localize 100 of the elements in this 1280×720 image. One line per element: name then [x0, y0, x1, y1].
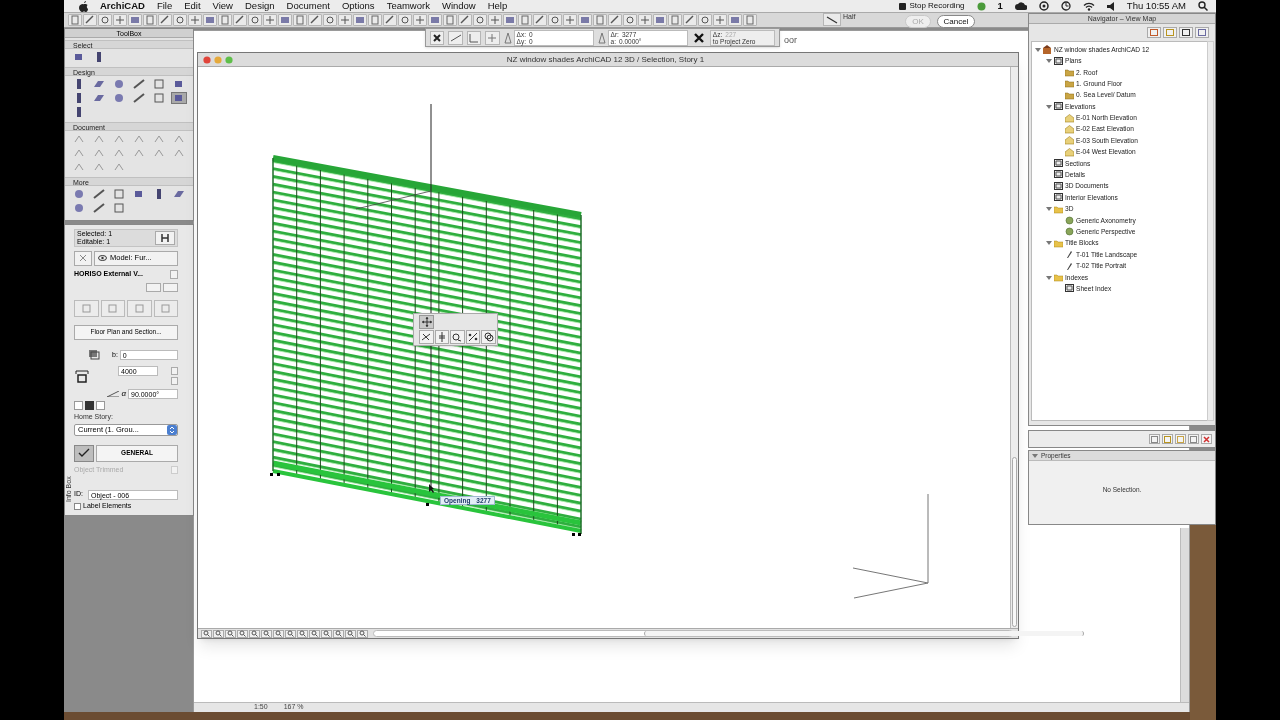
toolbar-button[interactable] — [698, 14, 712, 26]
zoom-button[interactable] — [237, 629, 248, 638]
menu-item[interactable]: Document — [286, 0, 330, 14]
next-button[interactable] — [163, 282, 178, 292]
view-map-button[interactable] — [1179, 27, 1193, 38]
pet-palette-button[interactable] — [419, 330, 434, 344]
layer-settings-button[interactable] — [74, 250, 92, 266]
tool-button[interactable] — [171, 188, 187, 200]
stop-recording-button[interactable]: Stop Recording — [909, 0, 965, 12]
pet-palette-button[interactable] — [450, 330, 465, 344]
toolbar-button[interactable] — [173, 14, 187, 26]
toolbar-button[interactable] — [713, 14, 727, 26]
menu-item[interactable]: Window — [441, 0, 476, 14]
toolbar-button[interactable] — [488, 14, 502, 26]
navigator-action-button[interactable] — [1149, 434, 1160, 444]
toolbar-button[interactable] — [203, 14, 217, 26]
toolbar-button[interactable] — [623, 14, 637, 26]
tool-button[interactable] — [91, 92, 107, 104]
menu-item[interactable]: Help — [487, 0, 508, 14]
tool-button[interactable] — [91, 202, 107, 214]
toolbar-button[interactable] — [128, 14, 142, 26]
disclosure-triangle-icon[interactable] — [1032, 452, 1038, 459]
toolbar-button[interactable] — [248, 14, 262, 26]
disclosure-triangle-icon[interactable] — [1035, 46, 1041, 53]
checkbox[interactable] — [74, 503, 81, 510]
zoom-button[interactable] — [273, 629, 284, 638]
menu-item[interactable]: View — [212, 0, 233, 14]
zoom-button[interactable] — [357, 629, 368, 638]
toolbar-button[interactable] — [533, 14, 547, 26]
toolbar-button[interactable] — [503, 14, 517, 26]
pet-palette-button[interactable] — [481, 330, 496, 344]
disclosure-triangle-icon[interactable] — [1046, 58, 1052, 65]
navigator-action-button[interactable] — [1175, 434, 1186, 444]
menu-item[interactable]: Design — [245, 0, 275, 14]
toolbar-button[interactable] — [653, 14, 667, 26]
zoom-button[interactable] — [261, 629, 272, 638]
zoom-button[interactable] — [213, 629, 224, 638]
snap-button[interactable] — [430, 30, 445, 45]
menu-item[interactable]: Edit — [184, 0, 201, 14]
zoom-button[interactable] — [309, 629, 320, 638]
tool-button[interactable] — [91, 78, 107, 90]
toolbar-button[interactable] — [308, 14, 322, 26]
toolbar-button[interactable] — [578, 14, 592, 26]
toolbar-button[interactable] — [113, 14, 127, 26]
toolbar-button[interactable] — [278, 14, 292, 26]
toolbar-button[interactable] — [473, 14, 487, 26]
zoom-button[interactable] — [333, 629, 344, 638]
tool-button[interactable] — [131, 92, 147, 104]
tool-button[interactable] — [91, 188, 107, 200]
app-menu[interactable]: ArchiCAD — [100, 0, 145, 14]
scroll-thumb[interactable] — [1012, 457, 1017, 627]
toolbar-button[interactable] — [323, 14, 337, 26]
toolbar-button[interactable] — [338, 14, 352, 26]
toolbar-button[interactable] — [728, 14, 742, 26]
zoom-button[interactable] — [225, 629, 236, 638]
disclosure-triangle-icon[interactable] — [1046, 206, 1052, 213]
zoom-button[interactable] — [249, 629, 260, 638]
menu-item[interactable]: Teamwork — [386, 0, 430, 14]
close-button[interactable] — [1201, 434, 1212, 444]
zoom-button[interactable] — [285, 629, 296, 638]
zoom-button[interactable] — [201, 629, 212, 638]
navigator-action-button[interactable] — [1188, 434, 1199, 444]
disclosure-triangle-icon[interactable] — [1046, 274, 1052, 281]
pet-palette-button[interactable] — [465, 330, 481, 344]
toolbar-button[interactable] — [98, 14, 112, 26]
zoom-button[interactable] — [345, 629, 356, 638]
toolbar-button[interactable] — [563, 14, 577, 26]
window-blind-drawing[interactable] — [270, 155, 582, 536]
cancel-button[interactable]: Cancel — [937, 15, 975, 28]
toolbar-button[interactable] — [83, 14, 97, 26]
pet-palette-button[interactable] — [434, 330, 450, 344]
toolbar-button[interactable] — [263, 14, 277, 26]
toolbar-button[interactable] — [458, 14, 472, 26]
toolbar-button[interactable] — [548, 14, 562, 26]
disclosure-triangle-icon[interactable] — [1046, 240, 1052, 247]
toolbar-button[interactable] — [413, 14, 427, 26]
zoom-button[interactable] — [321, 629, 332, 638]
line-tool-button[interactable] — [823, 13, 841, 26]
toolbar-button[interactable] — [353, 14, 367, 26]
object-tool-button[interactable] — [155, 231, 175, 245]
toolbar-button[interactable] — [638, 14, 652, 26]
parameters-icon-button[interactable] — [74, 444, 94, 462]
toolbar-button[interactable] — [398, 14, 412, 26]
expand-button[interactable] — [170, 269, 178, 279]
zoom-button[interactable] — [297, 629, 308, 638]
move-button[interactable] — [419, 315, 434, 329]
navigator-action-button[interactable] — [1162, 434, 1173, 444]
previous-button[interactable] — [146, 282, 161, 292]
menu-item[interactable]: Options — [341, 0, 375, 14]
menu-item[interactable]: File — [156, 0, 173, 14]
toolbar-button[interactable] — [233, 14, 247, 26]
toolbar-button[interactable] — [608, 14, 622, 26]
scroll-thumb[interactable] — [644, 631, 1084, 636]
tool-button[interactable] — [131, 78, 147, 90]
toolbar-button[interactable] — [158, 14, 172, 26]
toolbar-button[interactable] — [683, 14, 697, 26]
toolbar-button[interactable] — [383, 14, 397, 26]
disclosure-triangle-icon[interactable] — [1046, 103, 1052, 110]
toolbar-button[interactable] — [428, 14, 442, 26]
relative-button[interactable] — [691, 30, 706, 45]
